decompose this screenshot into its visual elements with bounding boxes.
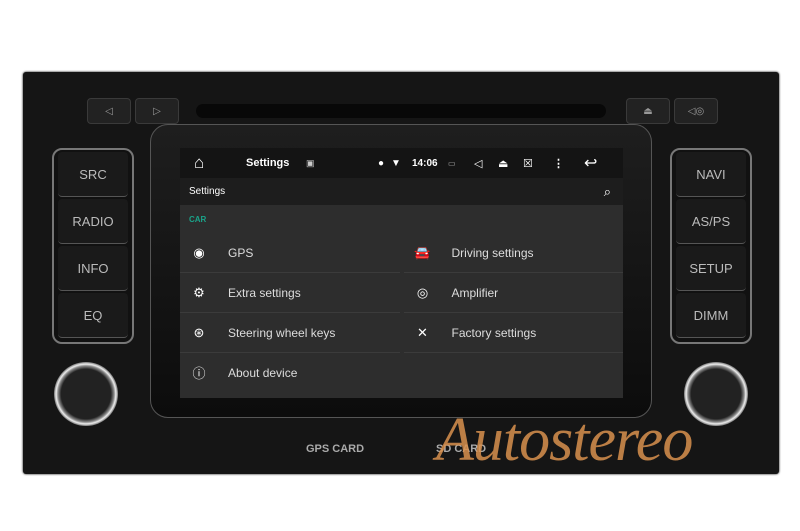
settings-item-about[interactable]: ⓘ About device <box>180 353 400 392</box>
tune-knob[interactable] <box>684 362 748 426</box>
left-button-panel: SRC RADIO INFO EQ <box>52 148 134 344</box>
settings-item-extra[interactable]: ⚙ Extra settings <box>180 273 400 313</box>
src-button[interactable]: SRC <box>58 152 128 197</box>
prev-button[interactable]: ◁ <box>87 98 131 124</box>
settings-item-amplifier[interactable]: ◎ Amplifier <box>403 273 623 313</box>
battery-icon: ▭ <box>448 158 456 168</box>
next-button[interactable]: ▷ <box>135 98 179 124</box>
home-icon[interactable]: ⌂ <box>194 153 204 173</box>
gears-icon: ⚙ <box>193 284 205 300</box>
location-icon: ● <box>378 157 385 169</box>
screen: ⌂ Settings ▣ ● ▼ 14:06 ▭ ◁ ⏏ ☒ ⋮ ↩ Setti… <box>180 148 623 398</box>
clock: 14:06 <box>412 157 438 169</box>
volume-knob[interactable] <box>54 362 118 426</box>
section-header: CAR <box>189 215 207 224</box>
speaker-icon: ◎ <box>416 284 429 300</box>
more-icon[interactable]: ⋮ <box>553 157 564 170</box>
watermark: Autostereo <box>436 406 693 474</box>
dimm-button[interactable]: DIMM <box>676 293 746 338</box>
wifi-icon: ▼ <box>391 157 401 169</box>
settings-list: ◉ GPS 🚘 Driving settings ⚙ Extra settings ◎… <box>180 233 623 392</box>
status-bar: ⌂ Settings ▣ ● ▼ 14:06 ▭ ◁ ⏏ ☒ ⋮ ↩ <box>180 148 623 178</box>
eq-button[interactable]: EQ <box>58 293 128 338</box>
back-icon[interactable]: ↩ <box>584 153 597 173</box>
car-icon: 🚘 <box>414 244 431 260</box>
page-title: Settings <box>189 186 226 197</box>
screen-off-icon[interactable]: ☒ <box>523 157 533 170</box>
search-icon[interactable]: ⌕ <box>604 184 611 200</box>
info-button[interactable]: INFO <box>58 246 128 291</box>
disc-slot <box>196 104 606 118</box>
eject-button[interactable]: ⏏ <box>626 98 670 124</box>
tools-icon: ✕ <box>417 324 428 340</box>
right-button-panel: NAVI AS/PS SETUP DIMM <box>670 148 752 344</box>
radio-button[interactable]: RADIO <box>58 199 128 244</box>
asps-button[interactable]: AS/PS <box>676 199 746 244</box>
setup-button[interactable]: SETUP <box>676 246 746 291</box>
gps-icon: ◉ <box>193 244 205 260</box>
image-icon: ▣ <box>306 157 315 168</box>
app-bar: Settings ⌕ <box>180 178 623 205</box>
eject-icon[interactable]: ⏏ <box>498 157 508 170</box>
settings-item-steering[interactable]: ⊛ Steering wheel keys <box>180 313 400 353</box>
settings-item-factory[interactable]: ✕ Factory settings <box>403 313 623 353</box>
status-title: Settings <box>246 157 290 169</box>
info-icon: ⓘ <box>192 366 206 381</box>
navi-button[interactable]: NAVI <box>676 152 746 197</box>
settings-item-driving[interactable]: 🚘 Driving settings <box>403 233 623 273</box>
steering-wheel-icon: ⊛ <box>193 324 205 340</box>
mute-button[interactable]: ◁◎ <box>674 98 718 124</box>
settings-item-gps[interactable]: ◉ GPS <box>180 233 400 273</box>
volume-icon[interactable]: ◁ <box>474 157 482 170</box>
gps-card-label: GPS CARD <box>306 443 365 455</box>
